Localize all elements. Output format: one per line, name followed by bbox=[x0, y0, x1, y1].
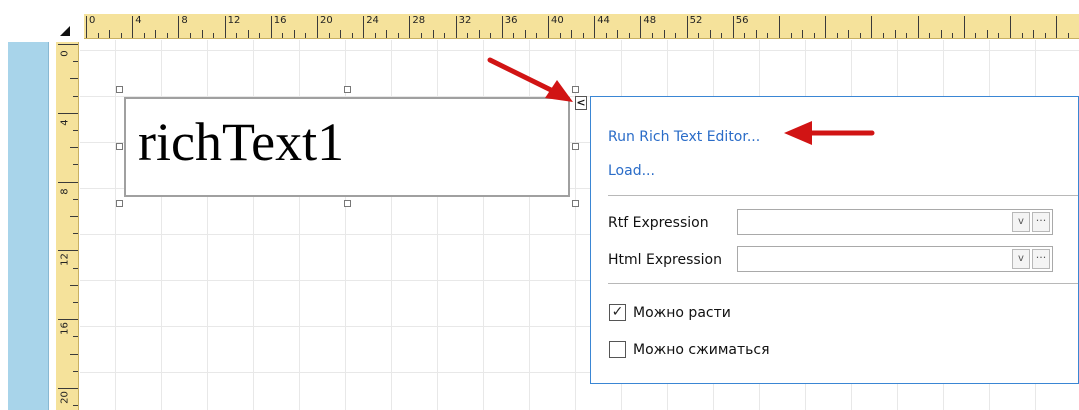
annotation-arrows bbox=[487, 57, 875, 145]
arrow-to-editor-link-icon bbox=[784, 121, 875, 145]
arrow-to-smart-tag-icon bbox=[487, 57, 573, 102]
